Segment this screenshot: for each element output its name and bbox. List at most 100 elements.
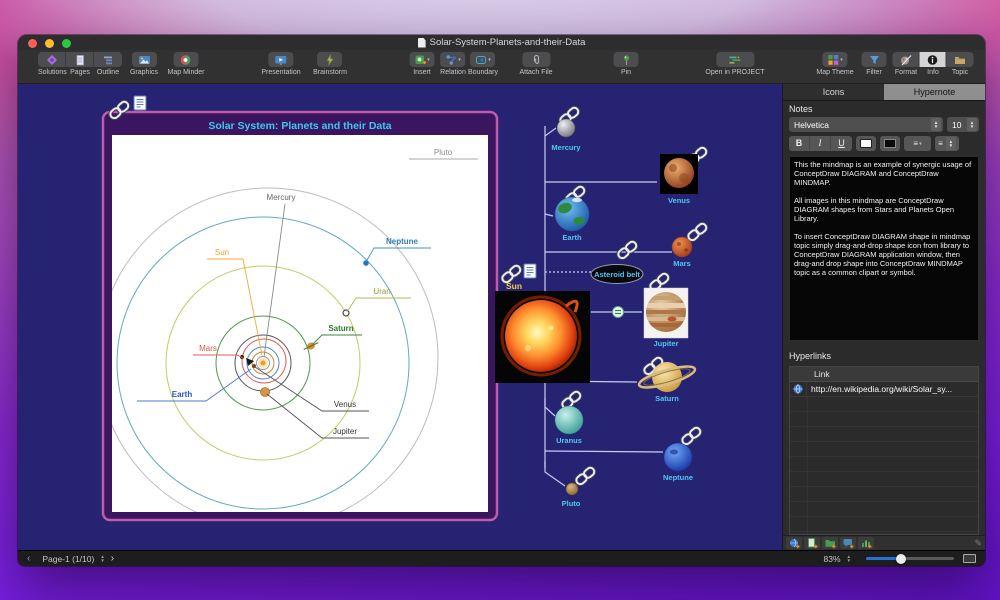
bold-button[interactable]: B: [789, 136, 810, 151]
attach-file-button[interactable]: Attach File: [519, 52, 553, 76]
note-icon[interactable]: [523, 263, 537, 279]
chevron-down-icon: ▾: [488, 56, 491, 63]
paperclip-icon: [533, 54, 539, 64]
note-icon[interactable]: [133, 95, 147, 111]
mindmap-topic-mercury[interactable]: Mercury: [551, 104, 582, 152]
mindmap-topic-mars[interactable]: Mars: [671, 220, 710, 268]
info-button[interactable]: [919, 52, 947, 67]
add-url-link-button[interactable]: [786, 537, 802, 549]
tab-hypernote[interactable]: Hypernote: [884, 84, 985, 100]
toolbar-group-inspector: Format Info Topic: [892, 52, 974, 76]
map-minder-button[interactable]: Map Minder: [168, 52, 204, 76]
window-title: Solar-System-Planets-and-their-Data: [429, 37, 586, 48]
info-icon: [927, 54, 938, 65]
brainstorm-icon: [326, 54, 334, 65]
text-color-button[interactable]: [856, 136, 876, 151]
document-canvas[interactable]: Solar System: Planets and their Data Plu…: [18, 84, 782, 550]
white-swatch: [860, 139, 872, 148]
stepper-icon[interactable]: ▲ ▼: [967, 118, 977, 131]
link-icon[interactable]: [678, 424, 704, 448]
insert-button[interactable]: ▾ Insert: [409, 52, 435, 76]
diagram-title: Solar System: Planets and their Data: [208, 120, 391, 132]
document-icon: [417, 37, 426, 48]
relation-button[interactable]: ▾ Relation: [440, 52, 466, 76]
zoom-stepper[interactable]: ▲ ▼: [847, 554, 851, 563]
zoom-slider-thumb[interactable]: [895, 553, 906, 564]
collapse-button[interactable]: [612, 306, 624, 318]
open-in-project-button[interactable]: Open in PROJECT: [705, 52, 765, 76]
font-size-select[interactable]: 10 ▲ ▼: [947, 117, 979, 132]
alignment-button[interactable]: ≡ ▲ ▼: [935, 136, 959, 151]
toolbar: Solutions Pages Outline Graphics Map Min…: [18, 50, 985, 84]
mindmap-topic-earth[interactable]: Earth: [554, 183, 590, 242]
solutions-button[interactable]: [38, 52, 66, 67]
mindmap-topic-saturn[interactable]: Saturn: [637, 354, 697, 403]
font-family-value: Helvetica: [794, 119, 829, 130]
app-window: Solar-System-Planets-and-their-Data Solu…: [18, 35, 985, 566]
diagram-frame-topic[interactable]: Solar System: Planets and their Data: [101, 110, 499, 522]
map-theme-button[interactable]: ▾ Map Theme: [816, 52, 854, 76]
solutions-label: Solutions: [38, 69, 67, 76]
next-page-button[interactable]: ›: [111, 553, 114, 564]
gantt-icon: [728, 56, 740, 64]
mindmap-topic-neptune[interactable]: Neptune: [663, 424, 704, 482]
boundary-icon: [476, 55, 487, 64]
filter-button[interactable]: Filter: [861, 52, 887, 76]
add-chart-link-button[interactable]: [858, 537, 874, 549]
format-button[interactable]: [892, 52, 920, 67]
text-style-group: B I U: [789, 136, 852, 151]
globe-icon: [793, 384, 803, 394]
mindmap-topic-asteroid-belt[interactable]: Asteroid belt: [590, 238, 644, 284]
link-icon[interactable]: [572, 464, 598, 488]
funnel-icon: [869, 55, 879, 64]
svg-text:Venus: Venus: [668, 196, 690, 205]
add-file-link-button[interactable]: [804, 537, 820, 549]
add-folder-link-button[interactable]: [822, 537, 838, 549]
background-color-button[interactable]: [880, 136, 900, 151]
orbit-label-mars: Mars: [199, 344, 217, 353]
presentation-button[interactable]: Presentation: [261, 52, 301, 76]
zoom-slider[interactable]: [866, 553, 954, 564]
page-stepper[interactable]: ▲ ▼: [100, 554, 104, 563]
fit-page-button[interactable]: [963, 554, 976, 563]
add-topic-link-button[interactable]: [840, 537, 856, 549]
outline-icon: [104, 56, 112, 64]
italic-button[interactable]: I: [810, 136, 831, 151]
chevron-down-icon: ▾: [427, 56, 430, 63]
minimize-button[interactable]: [45, 39, 54, 48]
notes-textarea[interactable]: This the mindmap is an example of synerg…: [789, 156, 979, 341]
orbit-label-pluto: Pluto: [434, 148, 453, 157]
topic-button[interactable]: [946, 52, 974, 67]
solutions-icon: [46, 54, 57, 65]
list-style-button[interactable]: ≡ ▾: [904, 136, 931, 151]
orbit-label-sun: Sun: [215, 248, 229, 257]
boundary-button[interactable]: ▾ Boundary: [468, 52, 498, 76]
pages-button[interactable]: [66, 52, 94, 67]
mindmap-topic-uranus[interactable]: Uranus: [554, 388, 584, 445]
close-button[interactable]: [28, 39, 37, 48]
graphics-button[interactable]: Graphics: [130, 52, 158, 76]
mindmap-topic-sun[interactable]: Sun: [495, 262, 590, 383]
mindmap-topic-pluto[interactable]: Pluto: [562, 464, 598, 508]
font-family-select[interactable]: Helvetica ▲ ▼: [789, 117, 943, 132]
stepper-icon[interactable]: ▲ ▼: [931, 118, 941, 131]
theme-grid-icon: [828, 54, 839, 65]
edit-link-icon[interactable]: ✎: [974, 538, 982, 549]
previous-page-button[interactable]: ‹: [27, 553, 30, 564]
pin-button[interactable]: Pin: [613, 52, 639, 76]
link-icon[interactable]: [684, 220, 710, 244]
mindmap-topic-venus[interactable]: Venus: [660, 144, 710, 205]
brainstorm-button[interactable]: Brainstorm: [313, 52, 347, 76]
underline-button[interactable]: U: [831, 136, 852, 151]
notes-label: Notes: [789, 104, 813, 114]
tab-icons[interactable]: Icons: [783, 84, 884, 100]
hyperlink-row[interactable]: http://en.wikipedia.org/wiki/Solar_sy...: [790, 382, 978, 397]
zoom-button[interactable]: [62, 39, 71, 48]
hyperlinks-empty-rows: [790, 397, 978, 534]
outline-button[interactable]: [94, 52, 122, 67]
link-icon[interactable]: [614, 238, 640, 262]
hyperlink-url[interactable]: http://en.wikipedia.org/wiki/Solar_sy...: [807, 384, 952, 394]
align-icon: ≡: [938, 139, 943, 148]
zoom-level: 83%: [823, 553, 841, 564]
mindmap-topic-jupiter[interactable]: Jupiter: [643, 270, 689, 348]
